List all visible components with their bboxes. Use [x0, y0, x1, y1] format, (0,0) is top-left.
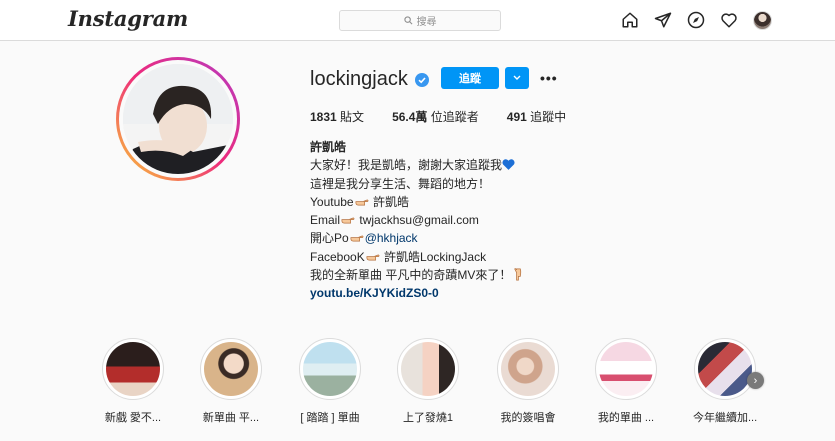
highlight-item[interactable]: [ 踏踏 ] 單曲 — [298, 338, 362, 425]
bio-line: Youtube 許凱皓 — [310, 193, 524, 211]
verified-badge-icon — [414, 72, 429, 87]
profile-avatar — [123, 64, 233, 174]
more-options-icon[interactable]: ••• — [540, 70, 558, 86]
profile-avatar-ring[interactable] — [116, 57, 240, 181]
bio-website-link[interactable]: youtu.be/KJYKidZS0-0 — [310, 284, 524, 302]
bio-text: Email — [310, 213, 341, 228]
bio-text: 許凱皓 — [372, 194, 409, 209]
posts-count: 1831 貼文 — [310, 108, 364, 125]
highlight-label: 我的簽唱會 — [500, 412, 556, 424]
bio-line: FacebooK 許凱皓LockingJack — [310, 248, 524, 266]
followers-label: 位追蹤者 — [430, 110, 479, 124]
profile-username: lockingjack — [310, 68, 429, 91]
highlight-label: 新單曲 平... — [202, 412, 260, 424]
bio-line: Email twjackhsu@gmail.com — [310, 211, 524, 229]
bio-line: 大家好！我是凱皓，謝謝大家追蹤我 — [310, 156, 524, 174]
followers-value: 56.4萬 — [392, 110, 428, 124]
followers-count[interactable]: 56.4萬 位追蹤者 — [392, 108, 479, 125]
search-placeholder: 搜尋 — [416, 17, 437, 28]
chevron-down-icon — [513, 75, 521, 80]
highlight-item[interactable]: 新戲 愛不... — [101, 338, 165, 425]
highlight-cover — [200, 338, 262, 400]
bio-text: 許凱皓LockingJack — [384, 249, 487, 264]
profile-avatar-icon[interactable] — [753, 11, 772, 30]
highlight-label: [ 踏踏 ] 單曲 — [300, 412, 360, 424]
following-label: 追蹤中 — [530, 110, 567, 124]
highlight-label: 上了發燒1 — [402, 412, 454, 424]
highlight-label: 新戲 愛不... — [104, 412, 162, 424]
blue-heart-icon — [502, 159, 515, 171]
explore-compass-icon[interactable] — [687, 11, 705, 29]
pointing-down-icon — [514, 268, 522, 281]
profile-bio: 許凱皓 大家好！我是凱皓，謝謝大家追蹤我 這裡是我分享生活、舞蹈的地方！ You… — [310, 138, 524, 303]
suggested-accounts-button[interactable] — [505, 67, 529, 89]
direct-message-icon[interactable] — [654, 11, 672, 29]
highlight-cover — [397, 338, 459, 400]
bio-text: twjackhsu@gmail.com — [359, 213, 479, 228]
instagram-logo[interactable]: Instagram — [68, 6, 188, 31]
highlights-next-arrow-icon[interactable]: › — [747, 372, 764, 389]
following-count[interactable]: 491 追蹤中 — [507, 108, 566, 125]
highlight-cover — [694, 338, 756, 400]
pointing-hand-icon — [355, 199, 369, 206]
highlight-cover — [497, 338, 559, 400]
following-value: 491 — [506, 110, 527, 124]
full-name: 許凱皓 — [310, 140, 347, 154]
highlight-cover — [102, 338, 164, 400]
highlight-item[interactable]: 我的簽唱會 — [496, 338, 560, 425]
top-navbar: Instagram 搜尋 — [0, 0, 835, 41]
highlight-item[interactable]: 上了發燒1 — [396, 338, 460, 425]
bio-text: FacebooK — [310, 249, 365, 264]
search-input[interactable]: 搜尋 — [339, 10, 501, 31]
pointing-hand-icon — [350, 235, 364, 242]
pointing-hand-icon — [341, 217, 355, 224]
home-icon[interactable] — [621, 11, 639, 29]
posts-value: 1831 — [310, 110, 337, 124]
mention-link[interactable]: @hkhjack — [365, 231, 418, 245]
bio-text: 我的全新單曲 平凡中的奇蹟MV來了！ — [310, 268, 512, 283]
avatar-gap — [119, 60, 237, 178]
highlight-label: 我的單曲 ... — [597, 412, 655, 424]
highlight-label: 今年繼續加... — [693, 412, 758, 424]
bio-line: 我的全新單曲 平凡中的奇蹟MV來了！ — [310, 266, 524, 284]
bio-line: 這裡是我分享生活、舞蹈的地方！ — [310, 176, 491, 191]
highlight-item[interactable]: 我的單曲 ... — [594, 338, 658, 425]
bio-text: 大家好！我是凱皓，謝謝大家追蹤我 — [310, 158, 503, 173]
posts-label: 貼文 — [340, 110, 365, 124]
pointing-hand-icon — [366, 254, 380, 261]
username-text: lockingjack — [310, 68, 408, 90]
bio-line: 開心Po @hkhjack — [310, 229, 524, 247]
bio-text: Youtube — [310, 194, 354, 209]
profile-stats: 1831 貼文 56.4萬 位追蹤者 491 追蹤中 — [310, 108, 594, 125]
heart-icon[interactable] — [720, 11, 738, 29]
bio-text: 開心Po — [310, 231, 349, 246]
follow-button[interactable]: 追蹤 — [441, 67, 499, 89]
highlight-cover — [299, 338, 361, 400]
search-icon — [403, 16, 412, 25]
highlight-item[interactable]: 新單曲 平... — [199, 338, 263, 425]
highlight-cover — [595, 338, 657, 400]
